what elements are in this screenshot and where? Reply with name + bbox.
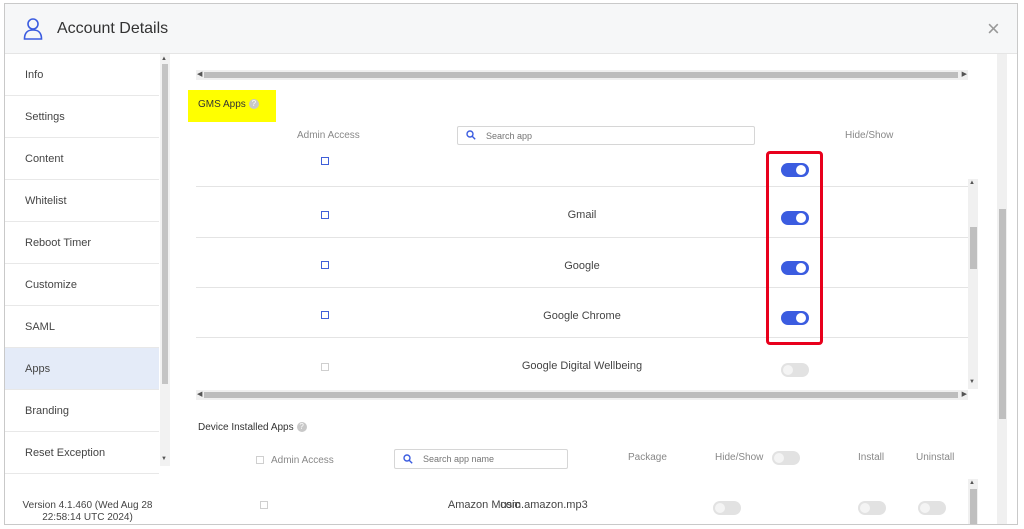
scroll-left-icon[interactable]: ◀ [197, 70, 202, 80]
sidebar-item-saml[interactable]: SAML [5, 306, 159, 348]
top-horizontal-scrollbar[interactable]: ◀ ▶ [196, 70, 968, 80]
device-table-scroll-thumb[interactable] [970, 489, 977, 524]
table-row: Google Chrome [196, 288, 968, 338]
scroll-down-icon[interactable]: ▼ [161, 456, 167, 462]
scroll-up-icon[interactable]: ▲ [969, 480, 975, 486]
hide-show-toggle[interactable] [781, 363, 809, 377]
device-installed-apps-title: Device Installed Apps? [198, 422, 307, 433]
admin-access-header: Admin Access [297, 130, 360, 141]
app-name: Google [564, 260, 600, 272]
gms-horizontal-scrollbar[interactable]: ◀ ▶ [196, 390, 968, 400]
scroll-left-icon[interactable]: ◀ [197, 390, 202, 400]
sidebar-item-whitelist[interactable]: Whitelist [5, 180, 159, 222]
table-row: Google Digital Wellbeing [196, 338, 968, 388]
apps-content: ◀ ▶ GMS Apps? Admin Access Hide/Show [171, 54, 991, 524]
sidebar-nav: Info Settings Content Whitelist Reboot T… [5, 54, 159, 474]
annotation-highlight-box [766, 151, 823, 345]
uninstall-toggle[interactable] [918, 501, 946, 515]
device-installed-apps-section: Device Installed Apps? Admin Access Pack… [171, 409, 991, 524]
package-name: com.amazon.mp3 [500, 499, 588, 511]
user-icon [23, 18, 43, 40]
sidebar: Info Settings Content Whitelist Reboot T… [5, 54, 170, 524]
help-icon[interactable]: ? [296, 422, 307, 433]
table-row [196, 150, 968, 187]
hide-show-toggle[interactable] [713, 501, 741, 515]
admin-access-checkbox[interactable] [321, 261, 329, 269]
scroll-right-icon[interactable]: ▶ [962, 70, 967, 80]
help-icon[interactable]: ? [248, 99, 259, 110]
scroll-up-icon[interactable]: ▲ [969, 180, 975, 186]
device-hide-show-header: Hide/Show [715, 452, 764, 463]
device-installed-apps-text: Device Installed Apps [198, 422, 294, 433]
sidebar-item-settings[interactable]: Settings [5, 96, 159, 138]
main-scrollbar[interactable] [997, 54, 1007, 524]
sidebar-item-info[interactable]: Info [5, 54, 159, 96]
gms-table-scroll-thumb[interactable] [970, 227, 977, 269]
main-scroll-thumb[interactable] [999, 209, 1006, 419]
device-search-box[interactable] [394, 449, 568, 469]
scroll-down-icon[interactable]: ▼ [969, 379, 975, 385]
install-toggle[interactable] [858, 501, 886, 515]
page-title: Account Details [57, 20, 169, 37]
close-icon[interactable]: × [987, 16, 1000, 42]
gms-search-box[interactable] [457, 126, 755, 145]
header: Account Details × [5, 4, 1017, 54]
sidebar-item-reboot-timer[interactable]: Reboot Timer [5, 222, 159, 264]
account-details-window: Account Details × Info Settings Content … [4, 3, 1018, 525]
sidebar-item-branding[interactable]: Branding [5, 390, 159, 432]
sidebar-item-content[interactable]: Content [5, 138, 159, 180]
sidebar-item-customize[interactable]: Customize [5, 264, 159, 306]
admin-access-checkbox[interactable] [321, 363, 329, 371]
version-text: Version 4.1.460 (Wed Aug 28 22:58:14 UTC… [22, 500, 153, 523]
gms-apps-title: GMS Apps [198, 99, 246, 110]
admin-access-select-all-checkbox[interactable] [256, 456, 264, 464]
sidebar-item-reset-exception[interactable]: Reset Exception [5, 432, 159, 474]
admin-access-checkbox[interactable] [321, 311, 329, 319]
sidebar-item-apps[interactable]: Apps [5, 348, 159, 390]
gms-apps-table: Gmail Google Google Chrome Google Digita… [196, 150, 968, 390]
app-name: Google Digital Wellbeing [521, 360, 643, 372]
table-row: Google [196, 238, 968, 288]
admin-access-checkbox[interactable] [260, 501, 268, 509]
sidebar-scroll-thumb[interactable] [162, 64, 168, 384]
scroll-up-icon[interactable]: ▲ [161, 56, 167, 62]
hide-show-all-toggle[interactable] [772, 451, 800, 465]
app-name: Google Chrome [543, 310, 621, 322]
device-search-input[interactable] [423, 451, 563, 467]
uninstall-header: Uninstall [916, 452, 955, 463]
scroll-right-icon[interactable]: ▶ [962, 390, 967, 400]
gms-table-scrollbar[interactable]: ▲ ▼ [968, 179, 978, 389]
device-table-scrollbar[interactable]: ▲ [968, 479, 978, 524]
admin-access-checkbox[interactable] [321, 211, 329, 219]
gms-search-input[interactable] [486, 128, 736, 143]
admin-access-checkbox[interactable] [321, 157, 329, 165]
gms-apps-label: GMS Apps? [188, 90, 276, 122]
package-header: Package [628, 452, 667, 463]
app-name: Gmail [567, 209, 597, 221]
install-header: Install [858, 452, 885, 463]
search-icon [466, 130, 476, 140]
sidebar-scrollbar[interactable]: ▲ ▼ [160, 54, 170, 466]
search-icon [403, 454, 413, 464]
hide-show-header: Hide/Show [845, 130, 894, 141]
table-row: Gmail [196, 187, 968, 238]
device-admin-access-header: Admin Access [271, 455, 334, 466]
gms-hscroll-thumb[interactable] [204, 392, 958, 398]
top-hscroll-thumb[interactable] [204, 72, 958, 78]
